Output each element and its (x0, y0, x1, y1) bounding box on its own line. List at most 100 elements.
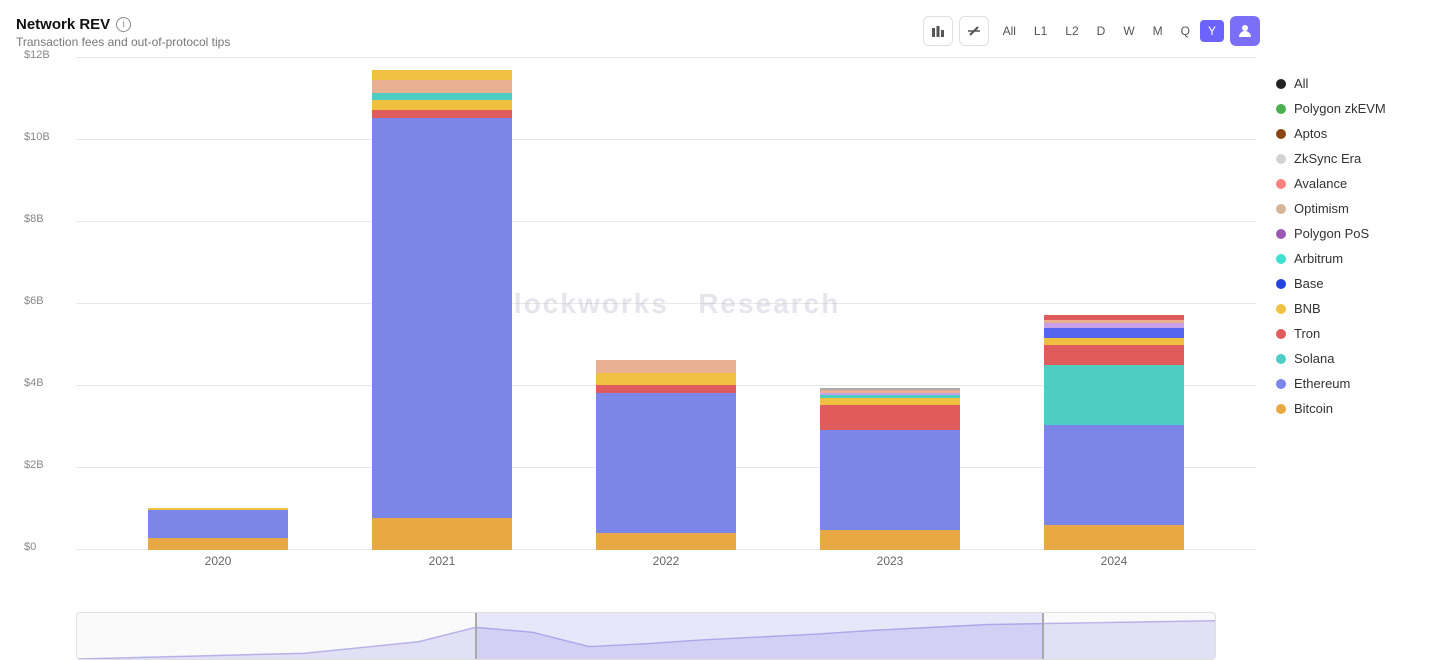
info-icon[interactable]: i (116, 17, 131, 32)
legend-dot (1276, 354, 1286, 364)
legend-label: BNB (1294, 301, 1321, 316)
legend-item-bnb[interactable]: BNB (1276, 301, 1440, 316)
legend-label: Avalance (1294, 176, 1347, 191)
legend-dot (1276, 404, 1286, 414)
filter-d[interactable]: D (1089, 20, 1114, 42)
legend-dot (1276, 279, 1286, 289)
chart-area: $12B $10B $8B $6B $4B $2B (16, 57, 1276, 608)
chart-section: Network REV i Transaction fees and out-o… (16, 16, 1276, 660)
bar-group-2020 (128, 508, 308, 551)
main-container: Network REV i Transaction fees and out-o… (0, 0, 1456, 660)
legend-item-polygon-zkevm[interactable]: Polygon zkEVM (1276, 101, 1440, 116)
legend-label: Base (1294, 276, 1324, 291)
mini-chart (76, 612, 1216, 660)
legend-label: Ethereum (1294, 376, 1350, 391)
bar-segment-Ethereum (372, 118, 512, 518)
stacked-bar-2023 (820, 385, 960, 550)
stacked-bar-2022 (596, 360, 736, 550)
slash-icon (967, 24, 981, 38)
filter-m[interactable]: M (1145, 20, 1171, 42)
bar-group-2024 (1024, 315, 1204, 550)
legend-label: Polygon PoS (1294, 226, 1369, 241)
bar-segment-Ethereum (596, 393, 736, 533)
bar-segment-top (596, 360, 736, 373)
y-label-6b: $6B (24, 295, 44, 307)
y-label-0: $0 (24, 541, 36, 553)
bar-segment-BNB (1044, 338, 1184, 346)
bar-segment-Tron (820, 405, 960, 430)
bar-group-2021 (352, 70, 532, 550)
bar-segment-Tron (1044, 345, 1184, 365)
slash-icon-btn[interactable] (959, 16, 989, 46)
legend-label: ZkSync Era (1294, 151, 1361, 166)
filter-y[interactable]: Y (1200, 20, 1224, 42)
bar-segment-Extra (372, 70, 512, 80)
legend-item-tron[interactable]: Tron (1276, 326, 1440, 341)
y-label-8b: $8B (24, 213, 44, 225)
bar-segment-Solana (1044, 365, 1184, 425)
legend-item-all[interactable]: All (1276, 76, 1440, 91)
bar-segment-Tron (596, 385, 736, 393)
legend-label: All (1294, 76, 1308, 91)
bar-segment-Bitcoin (148, 538, 288, 551)
legend-dot (1276, 79, 1286, 89)
bar-segment-Ethereum (1044, 425, 1184, 525)
legend-panel: All Polygon zkEVM Aptos ZkSync Era Avalance O… (1276, 16, 1456, 660)
legend-dot (1276, 304, 1286, 314)
mini-chart-thumb[interactable] (475, 613, 1044, 659)
legend-label: Polygon zkEVM (1294, 101, 1386, 116)
bar-segment-Ethereum (820, 430, 960, 530)
legend-item-optimism[interactable]: Optimism (1276, 201, 1440, 216)
stacked-bar-2020 (148, 508, 288, 551)
title-area: Network REV i Transaction fees and out-o… (16, 16, 230, 49)
stacked-bar-2024 (1044, 315, 1184, 550)
y-label-2b: $2B (24, 459, 44, 471)
bar-segment-BNB (596, 373, 736, 386)
chart-subtitle: Transaction fees and out-of-protocol tip… (16, 35, 230, 49)
bar-chart-icon-btn[interactable] (923, 16, 953, 46)
x-label-2020: 2020 (128, 554, 308, 568)
legend-dot (1276, 154, 1286, 164)
x-label-2024: 2024 (1024, 554, 1204, 568)
bar-chart-icon (931, 24, 945, 38)
legend-item-polygon-pos[interactable]: Polygon PoS (1276, 226, 1440, 241)
avatar-icon (1237, 23, 1253, 39)
bar-segment-Bitcoin (596, 533, 736, 551)
chart-header: Network REV i Transaction fees and out-o… (16, 16, 1276, 49)
legend-dot (1276, 329, 1286, 339)
chart-canvas: $12B $10B $8B $6B $4B $2B (76, 57, 1256, 550)
legend-dot (1276, 204, 1286, 214)
legend-dot (1276, 179, 1286, 189)
bar-segment-BNB (372, 100, 512, 110)
bar-group-2022 (576, 360, 756, 550)
x-label-2022: 2022 (576, 554, 756, 568)
filter-all[interactable]: All (995, 20, 1024, 42)
legend-item-zksync-era[interactable]: ZkSync Era (1276, 151, 1440, 166)
legend-dot (1276, 379, 1286, 389)
bar-group-2023 (800, 385, 980, 550)
x-axis-labels: 20202021202220232024 (76, 554, 1256, 568)
legend-label: Aptos (1294, 126, 1327, 141)
bar-segment-BNB (820, 398, 960, 406)
legend-item-avalance[interactable]: Avalance (1276, 176, 1440, 191)
bar-segment-Ethereum (148, 510, 288, 538)
y-label-10b: $10B (24, 131, 50, 143)
legend-item-aptos[interactable]: Aptos (1276, 126, 1440, 141)
legend-item-bitcoin[interactable]: Bitcoin (1276, 401, 1440, 416)
filter-l2[interactable]: L2 (1057, 20, 1086, 42)
legend-label: Arbitrum (1294, 251, 1343, 266)
legend-item-ethereum[interactable]: Ethereum (1276, 376, 1440, 391)
x-label-2023: 2023 (800, 554, 980, 568)
user-avatar[interactable] (1230, 16, 1260, 46)
filter-l1[interactable]: L1 (1026, 20, 1055, 42)
filter-q[interactable]: Q (1173, 20, 1198, 42)
legend-label: Optimism (1294, 201, 1349, 216)
y-label-4b: $4B (24, 377, 44, 389)
legend-item-base[interactable]: Base (1276, 276, 1440, 291)
legend-dot (1276, 104, 1286, 114)
legend-item-arbitrum[interactable]: Arbitrum (1276, 251, 1440, 266)
bar-segment-Optimism (372, 80, 512, 93)
legend-item-solana[interactable]: Solana (1276, 351, 1440, 366)
filter-w[interactable]: W (1115, 20, 1142, 42)
legend-label: Tron (1294, 326, 1320, 341)
